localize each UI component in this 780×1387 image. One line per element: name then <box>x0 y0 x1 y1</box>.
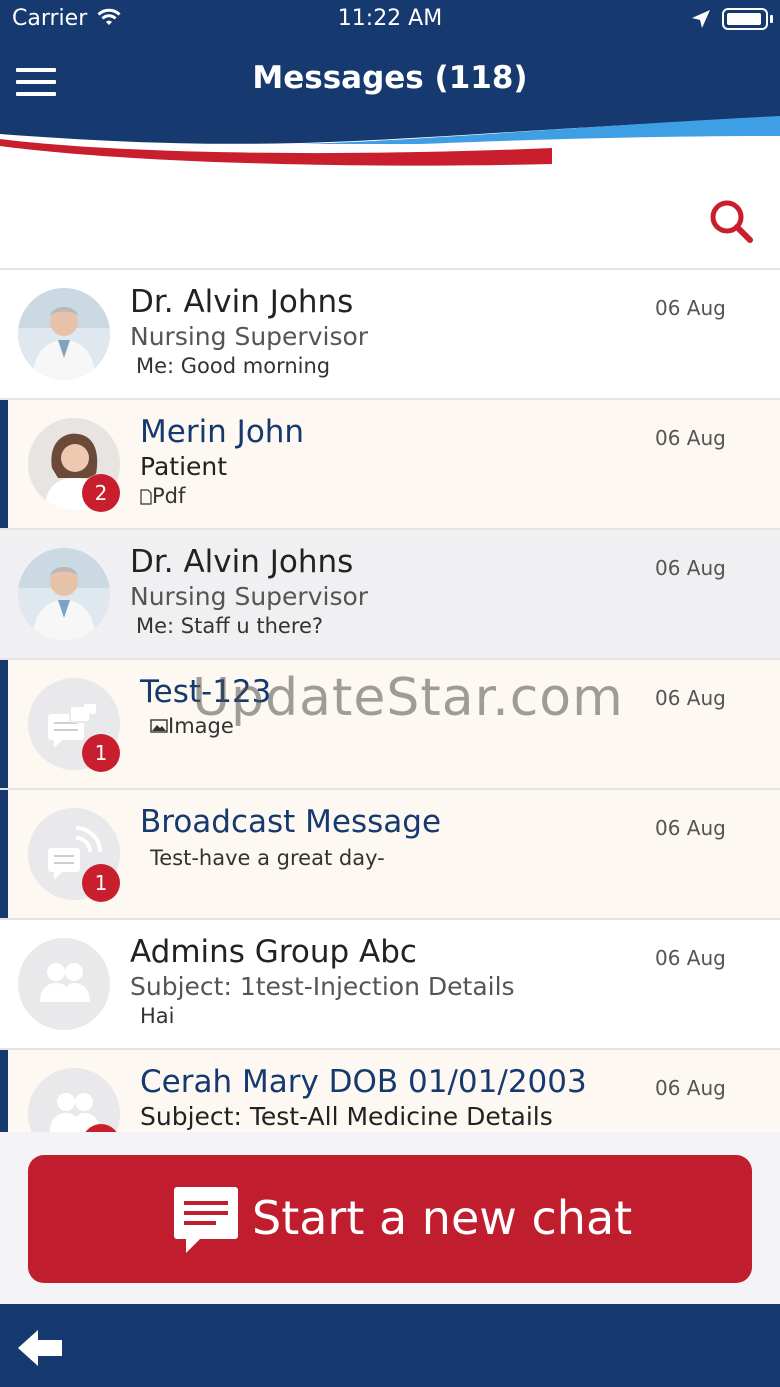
contact-name: Merin John <box>140 414 305 450</box>
message-date: 06 Aug <box>655 1076 726 1100</box>
contact-subtitle: Subject: 1test-Injection Details <box>130 972 515 1001</box>
message-preview: Pdf <box>140 484 185 508</box>
conversation-row[interactable]: Dr. Alvin Johns Nursing Supervisor Me: G… <box>0 270 780 400</box>
group-icon <box>28 1068 120 1132</box>
contact-name: Test-123 <box>140 674 272 710</box>
message-date: 06 Aug <box>655 556 726 580</box>
conversation-row[interactable]: 1 Test-123 Image 06 Aug <box>0 660 780 790</box>
message-preview: Hai <box>140 1004 175 1028</box>
battery-icon <box>722 8 768 30</box>
bottom-bar <box>0 1304 780 1387</box>
search-icon[interactable] <box>708 198 756 246</box>
unread-count-badge: 2 <box>82 474 120 512</box>
chat-bubble-icon <box>174 1185 238 1257</box>
conversation-row[interactable]: Dr. Alvin Johns Nursing Supervisor Me: S… <box>0 530 780 660</box>
contact-subtitle: Nursing Supervisor <box>130 582 369 611</box>
page-title: Messages (118) <box>252 60 528 96</box>
start-new-chat-label: Start a new chat <box>252 1191 633 1245</box>
contact-name: Cerah Mary DOB 01/01/2003 <box>140 1064 587 1100</box>
message-preview: Me: Staff u there? <box>136 614 324 638</box>
doctor-avatar <box>18 288 110 380</box>
conversation-row[interactable]: 1 Broadcast Message Test-have a great da… <box>0 790 780 920</box>
image-icon <box>150 719 168 733</box>
message-date: 06 Aug <box>655 946 726 970</box>
battery-tip <box>770 15 773 23</box>
search-bar <box>0 180 780 270</box>
start-new-chat-button[interactable]: Start a new chat <box>28 1155 752 1283</box>
clock: 11:22 AM <box>337 6 443 31</box>
group-icon <box>18 938 110 1030</box>
contact-name: Dr. Alvin Johns <box>130 544 354 580</box>
message-date: 06 Aug <box>655 686 726 710</box>
contact-name: Broadcast Message <box>140 804 442 840</box>
document-icon <box>140 489 152 505</box>
unread-count-badge: 1 <box>82 864 120 902</box>
message-preview: Test-have a great day- <box>150 846 385 870</box>
message-date: 06 Aug <box>655 426 726 450</box>
contact-subtitle: Subject: Test-All Medicine Details <box>140 1102 553 1131</box>
conversation-row[interactable]: 2 Merin John Patient Pdf 06 Aug <box>0 400 780 530</box>
conversation-list: Dr. Alvin Johns Nursing Supervisor Me: G… <box>0 270 780 1132</box>
location-arrow-icon <box>690 8 712 34</box>
back-arrow-icon[interactable] <box>16 1328 64 1372</box>
app-header: Messages (118) <box>0 40 780 180</box>
contact-name: Dr. Alvin Johns <box>130 284 354 320</box>
message-preview: Me: Good morning <box>136 354 331 378</box>
message-date: 06 Aug <box>655 816 726 840</box>
doctor-avatar <box>18 548 110 640</box>
contact-subtitle: Patient <box>140 452 228 481</box>
status-bar: Carrier 11:22 AM <box>0 0 780 40</box>
conversation-row[interactable]: Cerah Mary DOB 01/01/2003 Subject: Test-… <box>0 1050 780 1132</box>
contact-subtitle: Nursing Supervisor <box>130 322 369 351</box>
unread-count-badge: 1 <box>82 734 120 772</box>
message-preview: Image <box>150 714 234 738</box>
preview-text: Image <box>168 714 234 738</box>
preview-text: Pdf <box>152 484 186 508</box>
conversation-row[interactable]: Admins Group Abc Subject: 1test-Injectio… <box>0 920 780 1050</box>
contact-name: Admins Group Abc <box>130 934 417 970</box>
message-date: 06 Aug <box>655 296 726 320</box>
